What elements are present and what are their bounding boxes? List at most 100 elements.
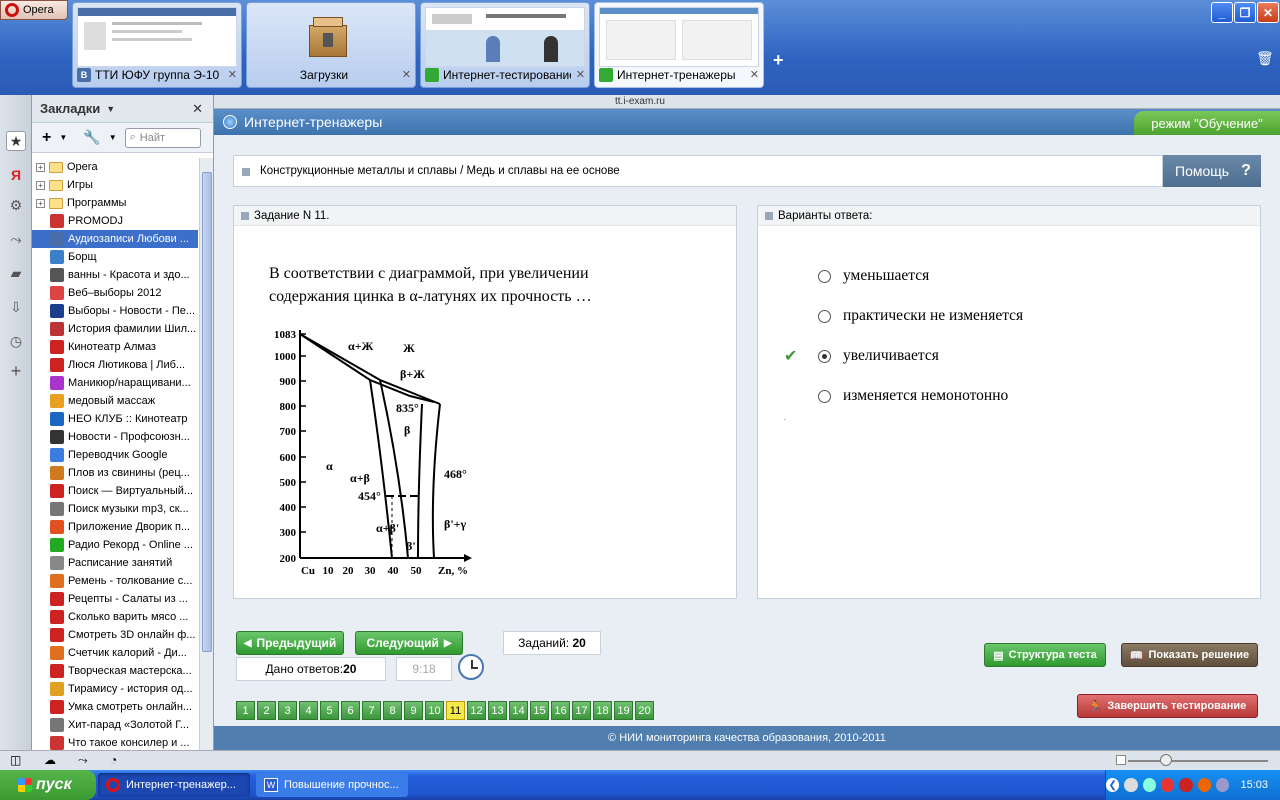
answer-radio[interactable] [818,309,831,323]
wrench-icon[interactable]: 🔧 [83,129,100,146]
bookmark-item[interactable]: Радио Рекорд - Online ... [32,536,198,554]
zoom-icon[interactable] [1116,755,1126,765]
usb-icon[interactable] [1216,778,1230,792]
bookmark-item[interactable]: Умка смотреть онлайн... [32,698,198,716]
bookmark-item[interactable]: ванны - Красота и здо... [32,266,198,284]
new-tab-button[interactable]: + [773,50,784,71]
chevron-down-icon[interactable]: ▼ [59,133,67,142]
tab-tti[interactable]: B ТТИ ЮФУ группа Э-10 ✕ [72,2,242,88]
bookmark-item[interactable]: Приложение Дворик п... [32,518,198,536]
page-button[interactable]: 18 [593,701,612,720]
bookmark-item[interactable]: Поиск — Виртуальный... [32,482,198,500]
bookmark-item[interactable]: Хит-парад «Золотой Г... [32,716,198,734]
page-button[interactable]: 9 [404,701,423,720]
page-button[interactable]: 4 [299,701,318,720]
expand-icon[interactable]: + [36,180,45,190]
expand-icon[interactable]: + [36,162,45,172]
answer-option[interactable]: ✔ увеличивается [784,346,939,366]
close-window-button[interactable]: ✕ [1257,2,1279,23]
bookmark-folder[interactable]: + Игры [32,176,198,194]
bookmark-item[interactable]: Рецепты - Салаты из ... [32,590,198,608]
page-button[interactable]: 6 [341,701,360,720]
bookmark-item[interactable]: Новости - Профсоюзн... [32,428,198,446]
chevron-down-icon[interactable]: ▼ [106,104,115,114]
unite-icon[interactable]: ⤳ [78,753,88,768]
bookmark-item[interactable]: Поиск музыки mp3, ск... [32,500,198,518]
bookmark-item[interactable]: Творческая мастерска... [32,662,198,680]
chevron-left-icon[interactable]: ❮ [1105,778,1120,792]
bookmark-item[interactable]: Веб–выборы 2012 [32,284,198,302]
taskbar-item-opera[interactable]: Интернет-тренажер... [98,773,250,797]
bookmark-item[interactable]: медовый массаж [32,392,198,410]
scrollbar-thumb[interactable] [202,172,212,652]
gear-icon[interactable]: ⚙ [6,195,26,215]
bookmark-folder[interactable]: + Opera [32,158,198,176]
bookmark-item[interactable]: Плов из свинины (рец... [32,464,198,482]
downloads-icon[interactable]: ⇩ [6,297,26,317]
page-button[interactable]: 13 [488,701,507,720]
finish-test-button[interactable]: 🏃 Завершить тестирование [1077,694,1258,718]
test-structure-button[interactable]: ▤ Структура теста [984,643,1106,667]
bookmark-item[interactable]: НЕО КЛУБ :: Кинотеатр [32,410,198,428]
page-button[interactable]: 20 [635,701,654,720]
bookmark-item[interactable]: Борщ [32,248,198,266]
network-icon[interactable] [1142,778,1157,792]
show-solution-button[interactable]: 📖 Показать решение [1121,643,1258,667]
opera-menu-button[interactable]: Opera [0,0,68,20]
bookmark-item[interactable]: PROMODJ [32,212,198,230]
answer-radio[interactable] [818,349,831,363]
turbo-icon[interactable]: ◔ [110,753,117,767]
app-tray-icon[interactable] [1197,778,1212,792]
answer-option[interactable]: уменьшается [818,266,929,286]
page-button[interactable]: 15 [530,701,549,720]
trash-icon[interactable]: 🗑 [1256,50,1274,67]
bookmark-search-input[interactable]: ⌕ Найт [124,127,201,148]
close-tab-icon[interactable]: ✕ [228,68,237,81]
page-button[interactable]: 14 [509,701,528,720]
zoom-slider-handle[interactable] [1160,754,1172,766]
panel-toggle-icon[interactable]: ◫ [10,753,21,767]
bookmark-folder[interactable]: + Программы [32,194,198,212]
help-button[interactable]: Помощь ? [1163,155,1261,187]
page-button[interactable]: 3 [278,701,297,720]
bookmark-item[interactable]: Кинотеатр Алмаз [32,338,198,356]
page-button[interactable]: 1 [236,701,255,720]
page-button[interactable]: 10 [425,701,444,720]
start-button[interactable]: пуск [0,770,96,800]
share-icon[interactable]: ⤳ [6,229,26,249]
tab-downloads[interactable]: Загрузки ✕ [246,2,416,88]
antivirus-icon[interactable] [1161,778,1175,792]
bookmark-item[interactable]: Счетчик калорий - Ди... [32,644,198,662]
opera-tray-icon[interactable] [1179,778,1193,792]
minimize-button[interactable]: _ [1211,2,1233,23]
expand-icon[interactable]: + [36,198,45,208]
tab-internet-testing[interactable]: Интернет-тестирование ✕ [420,2,590,88]
notes-icon[interactable]: ▰ [6,263,26,283]
chevron-down-icon[interactable]: ▼ [109,133,117,142]
history-clock-icon[interactable]: ◷ [6,331,26,351]
page-button[interactable]: 5 [320,701,339,720]
close-icon[interactable]: ✕ [192,101,203,117]
bookmark-item[interactable]: Выборы - Новости - Пе... [32,302,198,320]
bookmarks-scrollbar[interactable] [199,158,213,750]
cloud-icon[interactable]: ☁ [44,753,56,767]
close-tab-icon[interactable]: ✕ [402,68,411,81]
close-tab-icon[interactable]: ✕ [750,68,759,81]
page-button[interactable]: 17 [572,701,591,720]
zoom-slider[interactable] [1128,760,1268,762]
answer-radio[interactable] [818,389,831,403]
page-button[interactable]: 2 [257,701,276,720]
bookmark-item[interactable]: Тирамису - история од... [32,680,198,698]
tab-internet-trainers[interactable]: Интернет-тренажеры ✕ [594,2,764,88]
answer-option[interactable]: изменяется немонотонно [818,386,1008,406]
bookmark-item[interactable]: Аудиозаписи Любови ... [32,230,198,248]
bookmark-item[interactable]: История фамилии Шил... [32,320,198,338]
speaker-icon[interactable] [1124,778,1138,792]
page-button[interactable]: 16 [551,701,570,720]
bookmark-item[interactable]: Сколько варить мясо ... [32,608,198,626]
bookmark-item[interactable]: Ремень - толкование с... [32,572,198,590]
bookmark-item[interactable]: Люся Лютикова | Либ... [32,356,198,374]
next-button[interactable]: Следующий ▶ [355,631,463,655]
page-button[interactable]: 11 [446,701,465,720]
maximize-button[interactable]: ❐ [1234,2,1256,23]
